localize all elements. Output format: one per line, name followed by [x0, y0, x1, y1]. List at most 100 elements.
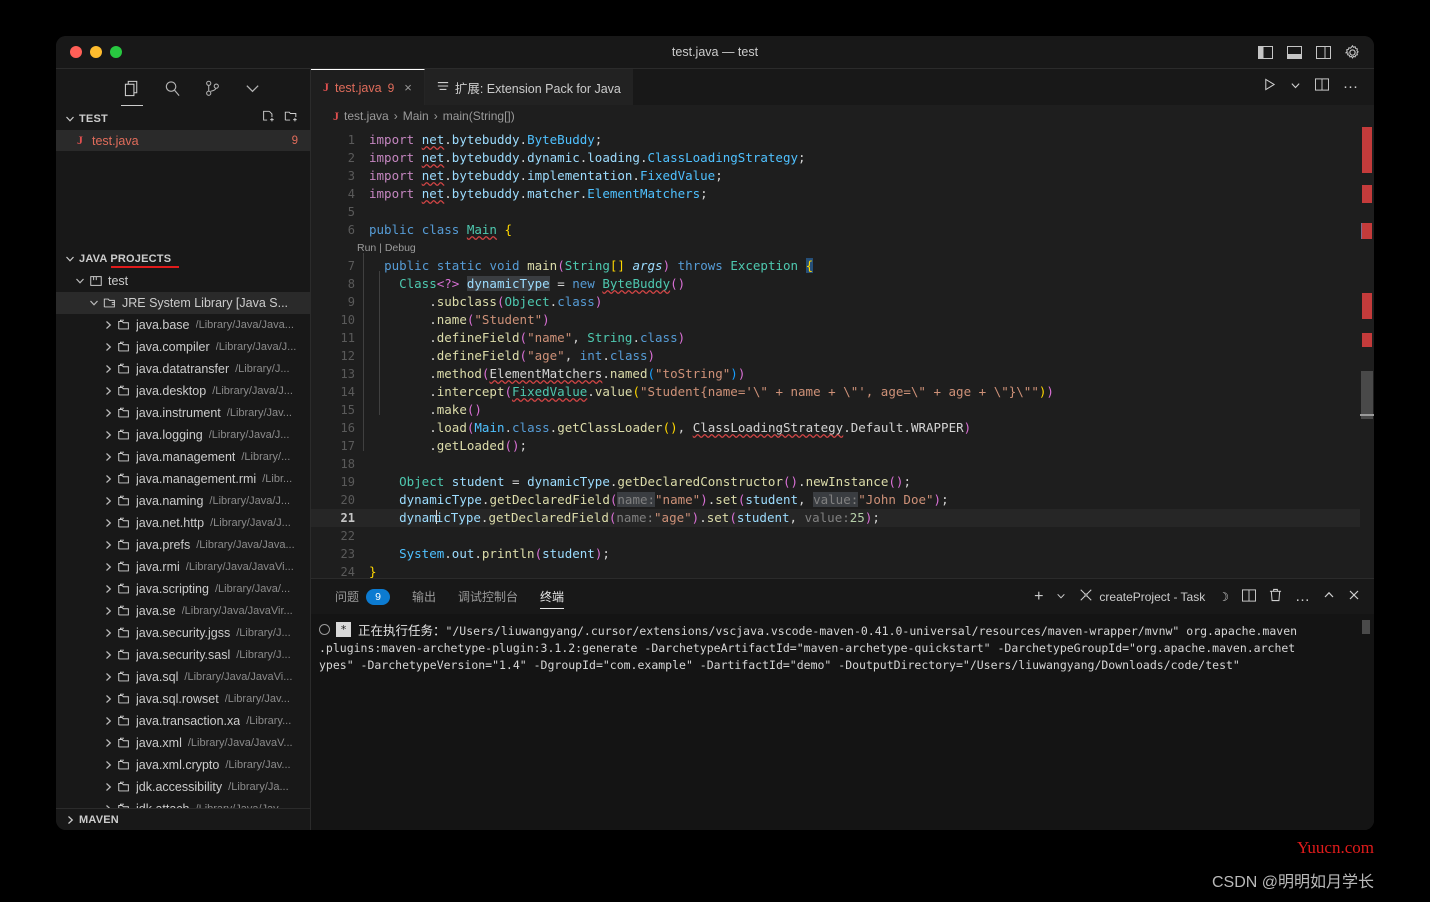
more-actions-icon[interactable]: … [1295, 588, 1310, 605]
tree-item-module[interactable]: java.security.sasl/Library/J... [56, 644, 310, 666]
trash-icon[interactable] [1269, 588, 1282, 605]
chevron-down-icon[interactable] [242, 79, 262, 99]
tree-item-module[interactable]: java.compiler/Library/Java/J... [56, 336, 310, 358]
code-editor[interactable]: 1import net.bytebuddy.ByteBuddy; 2import… [311, 127, 1374, 578]
chevron-right-icon[interactable] [100, 672, 116, 682]
chevron-right-icon[interactable] [100, 694, 116, 704]
tree-item-module[interactable]: java.sql/Library/Java/JavaVi... [56, 666, 310, 688]
tree-item-module[interactable]: java.instrument/Library/Jav... [56, 402, 310, 424]
package-icon [116, 494, 132, 508]
chevron-right-icon[interactable] [100, 716, 116, 726]
tree-item-module[interactable]: java.se/Library/Java/JavaVir... [56, 600, 310, 622]
chevron-right-icon[interactable] [100, 628, 116, 638]
tree-item-jre-library[interactable]: JRE System Library [Java S... [56, 292, 310, 314]
tree-item-module[interactable]: java.rmi/Library/Java/JavaVi... [56, 556, 310, 578]
chevron-right-icon[interactable] [100, 430, 116, 440]
tab-test-java[interactable]: J test.java 9 × [311, 69, 425, 105]
chevron-right-icon[interactable] [100, 562, 116, 572]
chevron-right-icon[interactable] [100, 452, 116, 462]
window-controls[interactable] [56, 46, 122, 58]
new-file-icon[interactable] [261, 110, 275, 127]
tree-item-module[interactable]: java.management.rmi/Libr... [56, 468, 310, 490]
panel-tab-output[interactable]: 输出 [412, 579, 436, 614]
maven-section-header[interactable]: MAVEN [56, 808, 310, 830]
panel-left-icon[interactable] [1258, 46, 1273, 59]
chevron-right-icon[interactable] [100, 540, 116, 550]
chevron-down-icon[interactable] [86, 298, 102, 308]
editor-overview-ruler[interactable] [1360, 127, 1374, 578]
tree-item-module[interactable]: java.scripting/Library/Java/... [56, 578, 310, 600]
explorer-file-test-java[interactable]: J test.java 9 [56, 130, 310, 152]
chevron-right-icon[interactable] [100, 474, 116, 484]
chevron-right-icon[interactable] [100, 518, 116, 528]
terminal-task-entry[interactable]: createProject - Task [1079, 588, 1205, 605]
line-number: 15 [311, 401, 367, 419]
panel-tab-debug-console[interactable]: 调试控制台 [458, 579, 518, 614]
terminal-output[interactable]: * 正在执行任务："/Users/liuwangyang/.cursor/ext… [311, 614, 1374, 830]
explorer-icon[interactable] [122, 79, 142, 99]
chevron-right-icon[interactable] [100, 760, 116, 770]
close-window-button[interactable] [70, 46, 82, 58]
chevron-down-icon[interactable] [1290, 78, 1301, 96]
line-number: 11 [311, 329, 367, 347]
panel-tab-terminal[interactable]: 终端 [540, 579, 564, 614]
chevron-right-icon[interactable] [100, 408, 116, 418]
terminal-task-prefix: 正在执行任务： [358, 624, 446, 638]
tree-item-module[interactable]: java.xml/Library/Java/JavaV... [56, 732, 310, 754]
panel-tab-problems[interactable]: 问题 9 [335, 579, 390, 614]
chevron-right-icon[interactable] [100, 364, 116, 374]
tree-item-module[interactable]: java.base/Library/Java/Java... [56, 314, 310, 336]
breadcrumb-class[interactable]: Main [403, 109, 429, 123]
gear-icon[interactable] [1345, 45, 1360, 60]
tree-item-module[interactable]: java.xml.crypto/Library/Jav... [56, 754, 310, 776]
tree-item-module[interactable]: java.desktop/Library/Java/J... [56, 380, 310, 402]
minimize-window-button[interactable] [90, 46, 102, 58]
chevron-right-icon[interactable] [100, 606, 116, 616]
chevron-right-icon[interactable] [100, 496, 116, 506]
chevron-right-icon[interactable] [100, 342, 116, 352]
chevron-right-icon[interactable] [100, 386, 116, 396]
source-control-icon[interactable] [202, 79, 222, 99]
module-name: java.desktop [136, 384, 206, 398]
close-panel-icon[interactable] [1348, 589, 1360, 604]
maximize-window-button[interactable] [110, 46, 122, 58]
maximize-panel-icon[interactable] [1323, 589, 1335, 604]
more-actions-icon[interactable]: ··· [1343, 83, 1358, 91]
split-editor-icon[interactable] [1315, 78, 1329, 96]
breadcrumb-file[interactable]: test.java [344, 109, 389, 123]
chevron-right-icon[interactable] [100, 650, 116, 660]
split-terminal-icon[interactable] [1242, 589, 1256, 605]
panel-bottom-icon[interactable] [1287, 46, 1302, 59]
chevron-right-icon[interactable] [100, 584, 116, 594]
new-folder-icon[interactable] [284, 110, 298, 127]
new-terminal-button[interactable]: + [1034, 588, 1043, 606]
tree-item-module[interactable]: java.logging/Library/Java/J... [56, 424, 310, 446]
tree-item-module[interactable]: jdk.attach/Library/Java/Jav... [56, 798, 310, 809]
tree-item-module[interactable]: java.sql.rowset/Library/Jav... [56, 688, 310, 710]
panel-right-icon[interactable] [1316, 46, 1331, 59]
breadcrumb-method[interactable]: main(String[]) [443, 109, 515, 123]
run-icon[interactable] [1263, 78, 1276, 96]
tree-item-module[interactable]: java.security.jgss/Library/J... [56, 622, 310, 644]
tree-item-project[interactable]: test [56, 270, 310, 292]
tab-extensions[interactable]: 扩展: Extension Pack for Java [425, 69, 633, 105]
tree-item-module[interactable]: jdk.accessibility/Library/Ja... [56, 776, 310, 798]
module-name: java.se [136, 604, 176, 618]
explorer-section-header[interactable]: TEST [56, 108, 310, 130]
package-icon [116, 736, 132, 750]
chevron-down-icon[interactable] [72, 276, 88, 286]
tree-item-module[interactable]: java.transaction.xa/Library... [56, 710, 310, 732]
tree-item-module[interactable]: java.net.http/Library/Java/J... [56, 512, 310, 534]
tree-item-module[interactable]: java.prefs/Library/Java/Java... [56, 534, 310, 556]
tree-item-module[interactable]: java.datatransfer/Library/J... [56, 358, 310, 380]
java-projects-section-header[interactable]: JAVA PROJECTS [56, 248, 310, 270]
close-icon[interactable]: × [404, 80, 412, 95]
terminal-scrollbar[interactable] [1362, 620, 1370, 634]
tree-item-module[interactable]: java.naming/Library/Java/J... [56, 490, 310, 512]
chevron-right-icon[interactable] [100, 782, 116, 792]
chevron-right-icon[interactable] [100, 738, 116, 748]
chevron-right-icon[interactable] [100, 320, 116, 330]
tree-item-module[interactable]: java.management/Library/... [56, 446, 310, 468]
search-icon[interactable] [162, 79, 182, 99]
chevron-down-icon[interactable] [1056, 590, 1066, 604]
